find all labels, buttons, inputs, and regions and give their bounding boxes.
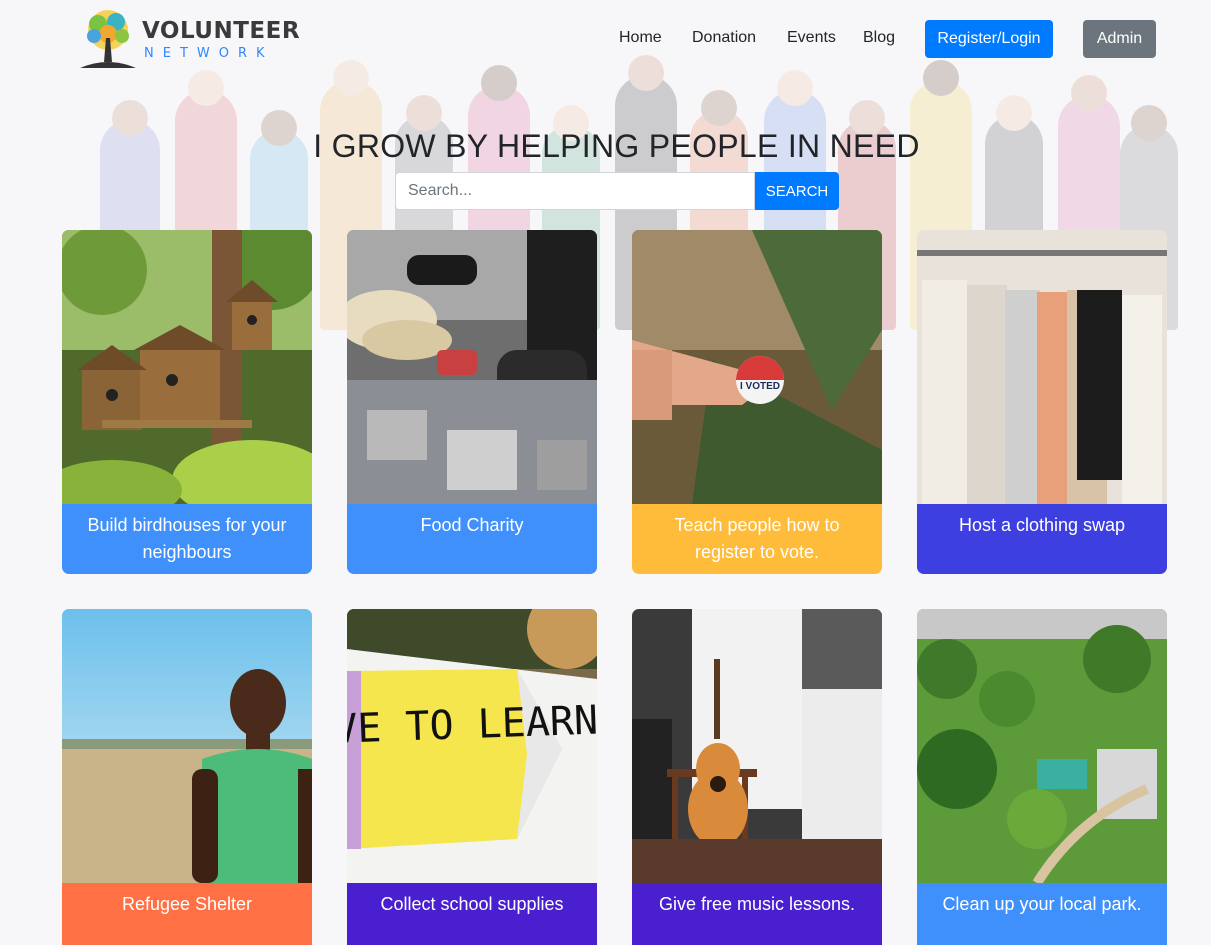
- refugee-child-photo: [62, 609, 312, 883]
- nav-blog-link[interactable]: Blog: [863, 29, 895, 47]
- nav-donation-link[interactable]: Donation: [692, 29, 756, 47]
- guitar-room-photo: [632, 609, 882, 883]
- search-button[interactable]: SEARCH: [755, 172, 839, 210]
- love-to-learn-sign-photo: LOVE TO LEARN: [347, 609, 597, 883]
- food-charity-photo: [347, 230, 597, 504]
- event-title: Refugee Shelter: [62, 883, 312, 945]
- event-card[interactable]: Refugee Shelter: [62, 609, 312, 945]
- event-card[interactable]: I VOTED Teach people how to register to …: [632, 230, 882, 574]
- birdhouses-photo: [62, 230, 312, 504]
- clothing-rack-photo: [917, 230, 1167, 504]
- event-title: Teach people how to register to vote.: [632, 504, 882, 574]
- event-title: Give free music lessons.: [632, 883, 882, 945]
- event-card[interactable]: LOVE TO LEARN Collect school supplies: [347, 609, 597, 945]
- register-login-button[interactable]: Register/Login: [925, 20, 1053, 58]
- event-title: Collect school supplies: [347, 883, 597, 945]
- hero-title: I GROW BY HELPING PEOPLE IN NEED: [313, 128, 920, 164]
- event-card[interactable]: Clean up your local park.: [917, 609, 1167, 945]
- event-card[interactable]: Host a clothing swap: [917, 230, 1167, 574]
- event-title: Food Charity: [347, 504, 597, 574]
- voted-sticker-text: I VOTED: [740, 381, 780, 392]
- event-title: Host a clothing swap: [917, 504, 1167, 574]
- event-card[interactable]: Build birdhouses for your neighbours: [62, 230, 312, 574]
- nav-events-link[interactable]: Events: [787, 29, 836, 47]
- event-card[interactable]: Food Charity: [347, 230, 597, 574]
- event-title: Clean up your local park.: [917, 883, 1167, 945]
- search-bar: SEARCH: [395, 172, 839, 210]
- event-card[interactable]: Give free music lessons.: [632, 609, 882, 945]
- event-title: Build birdhouses for your neighbours: [62, 504, 312, 574]
- nav-home-link[interactable]: Home: [619, 29, 662, 47]
- city-park-photo: [917, 609, 1167, 883]
- admin-button[interactable]: Admin: [1083, 20, 1156, 58]
- search-input[interactable]: [395, 172, 755, 210]
- top-navigation: Home Donation Events Blog Register/Login…: [0, 20, 1211, 58]
- i-voted-sticker-photo: I VOTED: [632, 230, 882, 504]
